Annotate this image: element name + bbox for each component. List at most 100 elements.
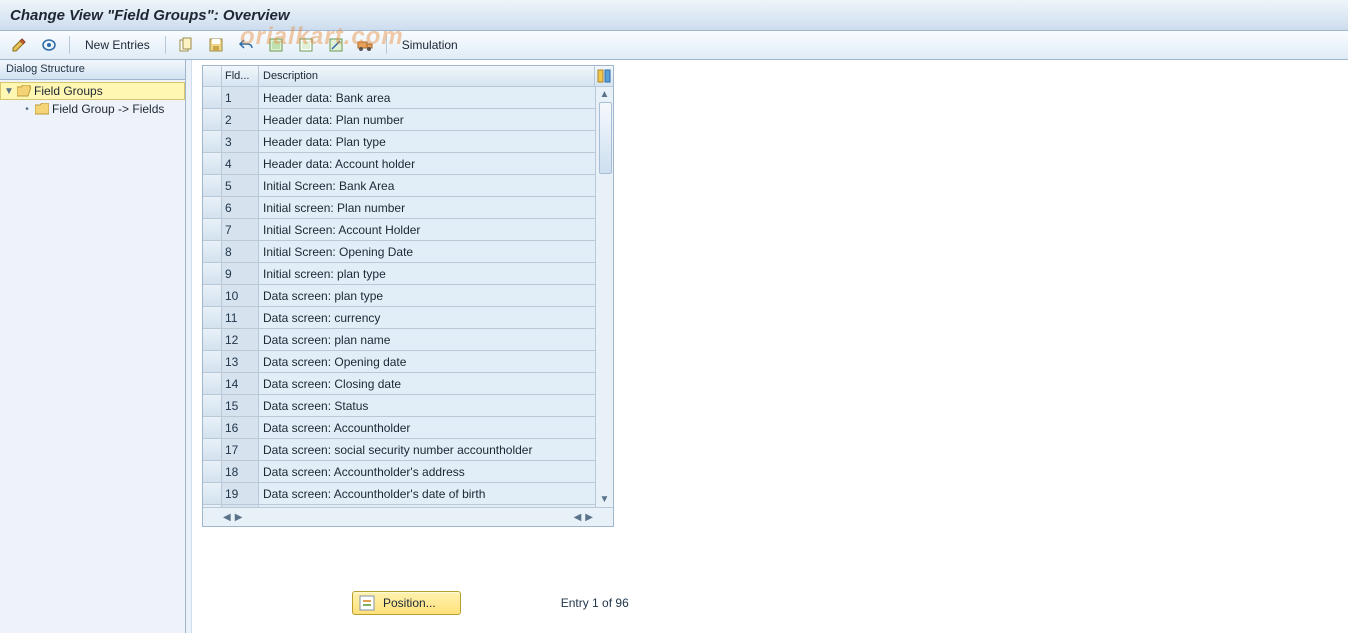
table-row[interactable]: 19Data screen: Accountholder's date of b…	[203, 483, 613, 505]
cell-fld[interactable]: 19	[222, 483, 259, 504]
transport-button[interactable]	[353, 35, 379, 55]
table-row[interactable]: 17Data screen: social security number ac…	[203, 439, 613, 461]
cell-fld[interactable]: 7	[222, 219, 259, 240]
scroll-left-icon[interactable]: ◀	[223, 512, 231, 523]
deselect-all-button[interactable]	[293, 35, 319, 55]
cell-fld[interactable]: 8	[222, 241, 259, 262]
cell-fld[interactable]: 10	[222, 285, 259, 306]
row-selector[interactable]	[203, 351, 222, 372]
position-button[interactable]: Position...	[352, 591, 461, 615]
other-view-button[interactable]	[36, 35, 62, 55]
row-selector[interactable]	[203, 87, 222, 108]
cell-description[interactable]: Header data: Account holder	[259, 153, 613, 174]
toggle-change-button[interactable]	[6, 35, 32, 55]
cell-fld[interactable]: 20	[222, 505, 259, 507]
cell-fld[interactable]: 11	[222, 307, 259, 328]
cell-description[interactable]: Data screen: social security number acco…	[259, 439, 613, 460]
row-selector[interactable]	[203, 175, 222, 196]
cell-description[interactable]: Header data: Plan type	[259, 131, 613, 152]
table-row[interactable]: 11Data screen: currency	[203, 307, 613, 329]
row-selector[interactable]	[203, 483, 222, 504]
row-selector[interactable]	[203, 241, 222, 262]
row-selector[interactable]	[203, 285, 222, 306]
row-selector[interactable]	[203, 417, 222, 438]
scroll-left-step-icon[interactable]: ◀	[574, 512, 582, 523]
cell-fld[interactable]: 2	[222, 109, 259, 130]
cell-description[interactable]: Initial screen: plan type	[259, 263, 613, 284]
cell-description[interactable]: Data screen: Closing date	[259, 373, 613, 394]
row-selector[interactable]	[203, 131, 222, 152]
cell-description[interactable]: Data screen: Accountholder's date of bir…	[259, 483, 613, 504]
horizontal-scrollbar[interactable]: ◀ ▶ ◀ ▶	[203, 507, 613, 526]
table-row[interactable]: 5Initial Screen: Bank Area	[203, 175, 613, 197]
cell-description[interactable]: Data screen: currency	[259, 307, 613, 328]
row-selector[interactable]	[203, 197, 222, 218]
row-selector[interactable]	[203, 439, 222, 460]
row-selector[interactable]	[203, 373, 222, 394]
cell-fld[interactable]: 6	[222, 197, 259, 218]
cell-fld[interactable]: 9	[222, 263, 259, 284]
cell-fld[interactable]: 3	[222, 131, 259, 152]
grid-col-description[interactable]: Description	[259, 66, 595, 86]
row-selector[interactable]	[203, 505, 222, 507]
cell-description[interactable]: Header data: Plan number	[259, 109, 613, 130]
table-row[interactable]: 9Initial screen: plan type	[203, 263, 613, 285]
cell-fld[interactable]: 18	[222, 461, 259, 482]
table-row[interactable]: 12Data screen: plan name	[203, 329, 613, 351]
row-selector[interactable]	[203, 307, 222, 328]
scroll-thumb[interactable]	[599, 102, 612, 174]
vertical-scrollbar[interactable]: ▲ ▼	[595, 87, 613, 507]
tree-node-field-groups[interactable]: ▼ Field Groups	[0, 82, 185, 100]
simulation-button[interactable]: Simulation	[394, 35, 466, 55]
cell-fld[interactable]: 15	[222, 395, 259, 416]
table-row[interactable]: 18Data screen: Accountholder's address	[203, 461, 613, 483]
grid-configure-button[interactable]	[595, 66, 613, 86]
delete-button[interactable]	[323, 35, 349, 55]
table-row[interactable]: 13Data screen: Opening date	[203, 351, 613, 373]
cell-fld[interactable]: 13	[222, 351, 259, 372]
cell-description[interactable]: Data screen: Accountholder's date of dea…	[259, 505, 613, 507]
scroll-right-step-icon[interactable]: ▶	[235, 512, 243, 523]
cell-description[interactable]: Data screen: Status	[259, 395, 613, 416]
scroll-down-icon[interactable]: ▼	[597, 492, 612, 507]
new-entries-button[interactable]: New Entries	[77, 35, 158, 55]
select-all-button[interactable]	[263, 35, 289, 55]
cell-description[interactable]: Initial Screen: Bank Area	[259, 175, 613, 196]
cell-description[interactable]: Data screen: Opening date	[259, 351, 613, 372]
cell-fld[interactable]: 1	[222, 87, 259, 108]
table-row[interactable]: 1Header data: Bank area	[203, 87, 613, 109]
table-row[interactable]: 10Data screen: plan type	[203, 285, 613, 307]
cell-description[interactable]: Initial Screen: Opening Date	[259, 241, 613, 262]
cell-description[interactable]: Initial screen: Plan number	[259, 197, 613, 218]
row-selector[interactable]	[203, 109, 222, 130]
cell-fld[interactable]: 5	[222, 175, 259, 196]
table-row[interactable]: 7Initial Screen: Account Holder	[203, 219, 613, 241]
grid-col-fld[interactable]: Fld...	[222, 66, 259, 86]
row-selector[interactable]	[203, 153, 222, 174]
copy-button[interactable]	[173, 35, 199, 55]
grid-select-header[interactable]	[203, 66, 222, 86]
row-selector[interactable]	[203, 329, 222, 350]
table-row[interactable]: 2Header data: Plan number	[203, 109, 613, 131]
cell-fld[interactable]: 14	[222, 373, 259, 394]
table-row[interactable]: 8Initial Screen: Opening Date	[203, 241, 613, 263]
scroll-up-icon[interactable]: ▲	[597, 87, 612, 102]
row-selector[interactable]	[203, 219, 222, 240]
table-row[interactable]: 6Initial screen: Plan number	[203, 197, 613, 219]
table-row[interactable]: 14Data screen: Closing date	[203, 373, 613, 395]
tree-node-field-group-fields[interactable]: • Field Group -> Fields	[0, 100, 185, 118]
cell-description[interactable]: Data screen: Accountholder's address	[259, 461, 613, 482]
table-row[interactable]: 4Header data: Account holder	[203, 153, 613, 175]
table-row[interactable]: 15Data screen: Status	[203, 395, 613, 417]
row-selector[interactable]	[203, 461, 222, 482]
row-selector[interactable]	[203, 395, 222, 416]
cell-description[interactable]: Data screen: plan type	[259, 285, 613, 306]
undo-button[interactable]	[233, 35, 259, 55]
scroll-track[interactable]	[597, 102, 612, 492]
cell-fld[interactable]: 12	[222, 329, 259, 350]
cell-fld[interactable]: 17	[222, 439, 259, 460]
cell-description[interactable]: Header data: Bank area	[259, 87, 613, 108]
row-selector[interactable]	[203, 263, 222, 284]
cell-description[interactable]: Initial Screen: Account Holder	[259, 219, 613, 240]
table-row[interactable]: 3Header data: Plan type	[203, 131, 613, 153]
